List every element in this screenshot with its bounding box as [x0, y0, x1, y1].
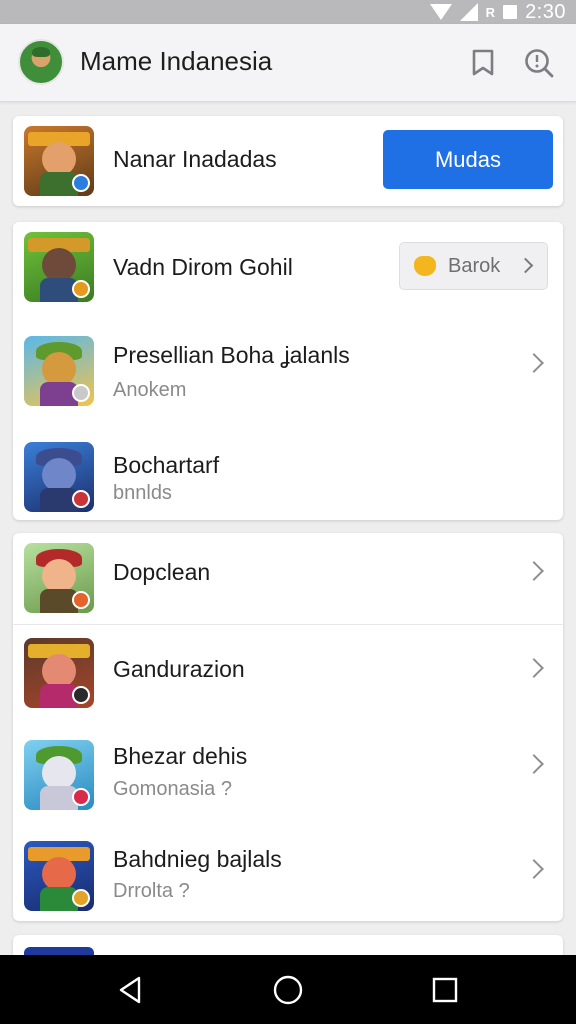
chevron-right-icon — [524, 658, 544, 678]
chevron-right-icon — [524, 353, 544, 373]
chevron-right-icon — [524, 754, 544, 774]
back-icon[interactable] — [113, 973, 147, 1007]
list-item[interactable]: Bahdnieg bajlals Drrolta ? — [13, 824, 563, 921]
barok-label: Barok — [448, 255, 501, 277]
item-title: Presellian Boha ʝalanls — [113, 342, 350, 368]
item-subtitle: Anokem — [113, 379, 187, 401]
mudas-button[interactable]: Mudas — [383, 130, 553, 189]
chevron-right-icon — [524, 561, 544, 581]
coin-icon — [414, 256, 436, 276]
signal-icon — [459, 3, 478, 21]
search-icon[interactable] — [522, 46, 556, 80]
item-title: Dopclean — [113, 559, 211, 585]
navigation-bar — [0, 955, 576, 1024]
wifi-icon — [429, 4, 452, 20]
recent-apps-icon[interactable] — [428, 973, 462, 1007]
game-thumbnail — [24, 126, 94, 196]
item-title: Bahdnieg bajlals — [113, 846, 282, 872]
clock: 2:30 — [525, 0, 566, 23]
item-title: Vadn Dirom Gohil — [113, 254, 293, 280]
game-thumbnail — [24, 543, 94, 613]
battery-icon — [503, 5, 518, 19]
game-thumbnail — [24, 841, 94, 911]
game-thumbnail — [24, 232, 94, 302]
item-title: Bochartarf — [113, 452, 220, 478]
list-item[interactable]: Bochartarf bnnlds — [13, 430, 563, 520]
game-list-card-2: Dopclean Gandurazion Bhezar dehis Gomona… — [13, 533, 563, 921]
barok-button[interactable]: Barok — [399, 242, 548, 290]
page-title: Mame Indanesia — [80, 46, 273, 76]
chevron-right-icon — [517, 257, 534, 274]
game-thumbnail — [24, 336, 94, 406]
game-thumbnail — [24, 638, 94, 708]
status-bar: R 2:30 — [0, 0, 576, 24]
game-list-card-1: Vadn Dirom Gohil Barok Presellian Boha ʝ… — [13, 222, 563, 520]
item-subtitle: Gomonasia ? — [113, 778, 232, 800]
chevron-right-icon — [524, 859, 544, 879]
app-bar: Mame Indanesia — [0, 24, 576, 102]
game-thumbnail — [24, 740, 94, 810]
network-type: R — [485, 4, 496, 20]
list-item[interactable]: Vadn Dirom Gohil Barok — [13, 222, 563, 322]
list-item[interactable]: Dopclean — [13, 533, 563, 624]
game-thumbnail — [24, 442, 94, 512]
list-item[interactable]: Bhezar dehis Gomonasia ? — [13, 726, 563, 824]
item-title: Bhezar dehis — [113, 743, 248, 769]
featured-title: Nanar Inadadas — [113, 146, 277, 172]
item-subtitle: bnnlds — [113, 482, 172, 504]
featured-card: Nanar Inadadas Mudas — [13, 116, 563, 206]
list-item[interactable]: Presellian Boha ʝalanls Anokem — [13, 326, 563, 422]
avatar[interactable] — [18, 39, 64, 85]
list-item[interactable]: Gandurazion — [13, 624, 563, 720]
item-subtitle: Drrolta ? — [113, 880, 190, 902]
item-title: Gandurazion — [113, 656, 245, 682]
home-icon[interactable] — [271, 973, 305, 1007]
featured-row[interactable]: Nanar Inadadas Mudas — [13, 116, 563, 206]
bookmark-icon[interactable] — [466, 46, 500, 80]
